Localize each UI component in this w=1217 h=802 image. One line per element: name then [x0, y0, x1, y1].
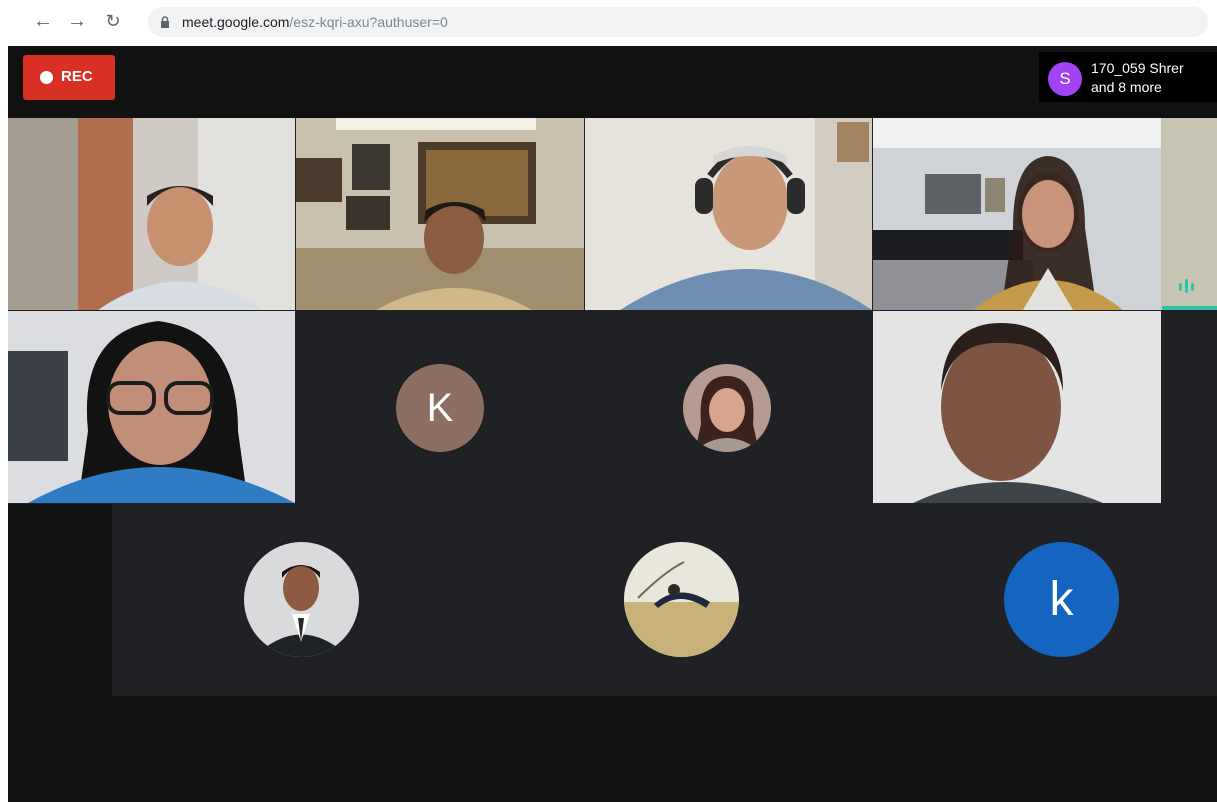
url-text: meet.google.com/esz-kqri-axu?authuser=0 — [182, 14, 448, 30]
reload-icon[interactable]: ↻ — [100, 8, 126, 34]
video-tile-3[interactable] — [585, 118, 872, 310]
video-tile-6[interactable] — [873, 311, 1161, 503]
left-edge — [0, 46, 8, 802]
profile-photo — [244, 542, 359, 657]
participant-video — [8, 118, 295, 310]
video-tile-5[interactable] — [8, 311, 295, 503]
participant-video — [873, 311, 1161, 503]
participant-video — [873, 118, 1217, 310]
presenter-name-line1: 170_059 Shrer — [1091, 60, 1184, 76]
lock-icon — [161, 16, 169, 28]
meet-stage: REC S 170_059 Shrer and 8 more K k — [0, 46, 1217, 802]
recording-label: REC — [61, 68, 93, 85]
meet-topbar: REC S 170_059 Shrer and 8 more — [8, 46, 1217, 118]
video-tile-2[interactable] — [296, 118, 584, 310]
url-host: meet.google.com — [182, 14, 290, 30]
participant-video — [8, 311, 295, 503]
browser-toolbar: ← → ↻ meet.google.com/esz-kqri-axu?authu… — [0, 0, 1217, 46]
participant-avatar-photo-3[interactable] — [624, 542, 739, 657]
participant-avatar-k-lower[interactable]: k — [1004, 542, 1119, 657]
participant-avatar-k[interactable]: K — [396, 364, 484, 452]
address-bar[interactable]: meet.google.com/esz-kqri-axu?authuser=0 — [148, 7, 1208, 37]
video-tile-4[interactable] — [873, 118, 1217, 310]
presenter-name-line2: and 8 more — [1091, 79, 1162, 95]
participant-avatar-photo[interactable] — [683, 364, 771, 452]
control-bar-area — [8, 696, 1217, 802]
audio-wave-icon — [1179, 279, 1194, 293]
participant-video — [296, 118, 584, 310]
presenter-name: 170_059 Shrer and 8 more — [1091, 59, 1184, 97]
arrow-right-icon[interactable]: → — [64, 8, 90, 34]
presenter-chip[interactable]: S 170_059 Shrer and 8 more — [1039, 52, 1217, 102]
participant-avatar-photo-2[interactable] — [244, 542, 359, 657]
speaking-indicator-bar — [1162, 306, 1217, 310]
presenter-avatar: S — [1048, 62, 1082, 96]
profile-photo — [683, 364, 771, 452]
video-tile-1[interactable] — [8, 118, 295, 310]
record-dot-icon — [40, 71, 53, 84]
recording-badge: REC — [23, 55, 115, 100]
arrow-left-icon[interactable]: ← — [30, 8, 56, 34]
url-path: /esz-kqri-axu?authuser=0 — [289, 14, 448, 30]
profile-photo — [624, 542, 739, 657]
empty-area — [8, 504, 112, 696]
participant-video — [585, 118, 872, 310]
